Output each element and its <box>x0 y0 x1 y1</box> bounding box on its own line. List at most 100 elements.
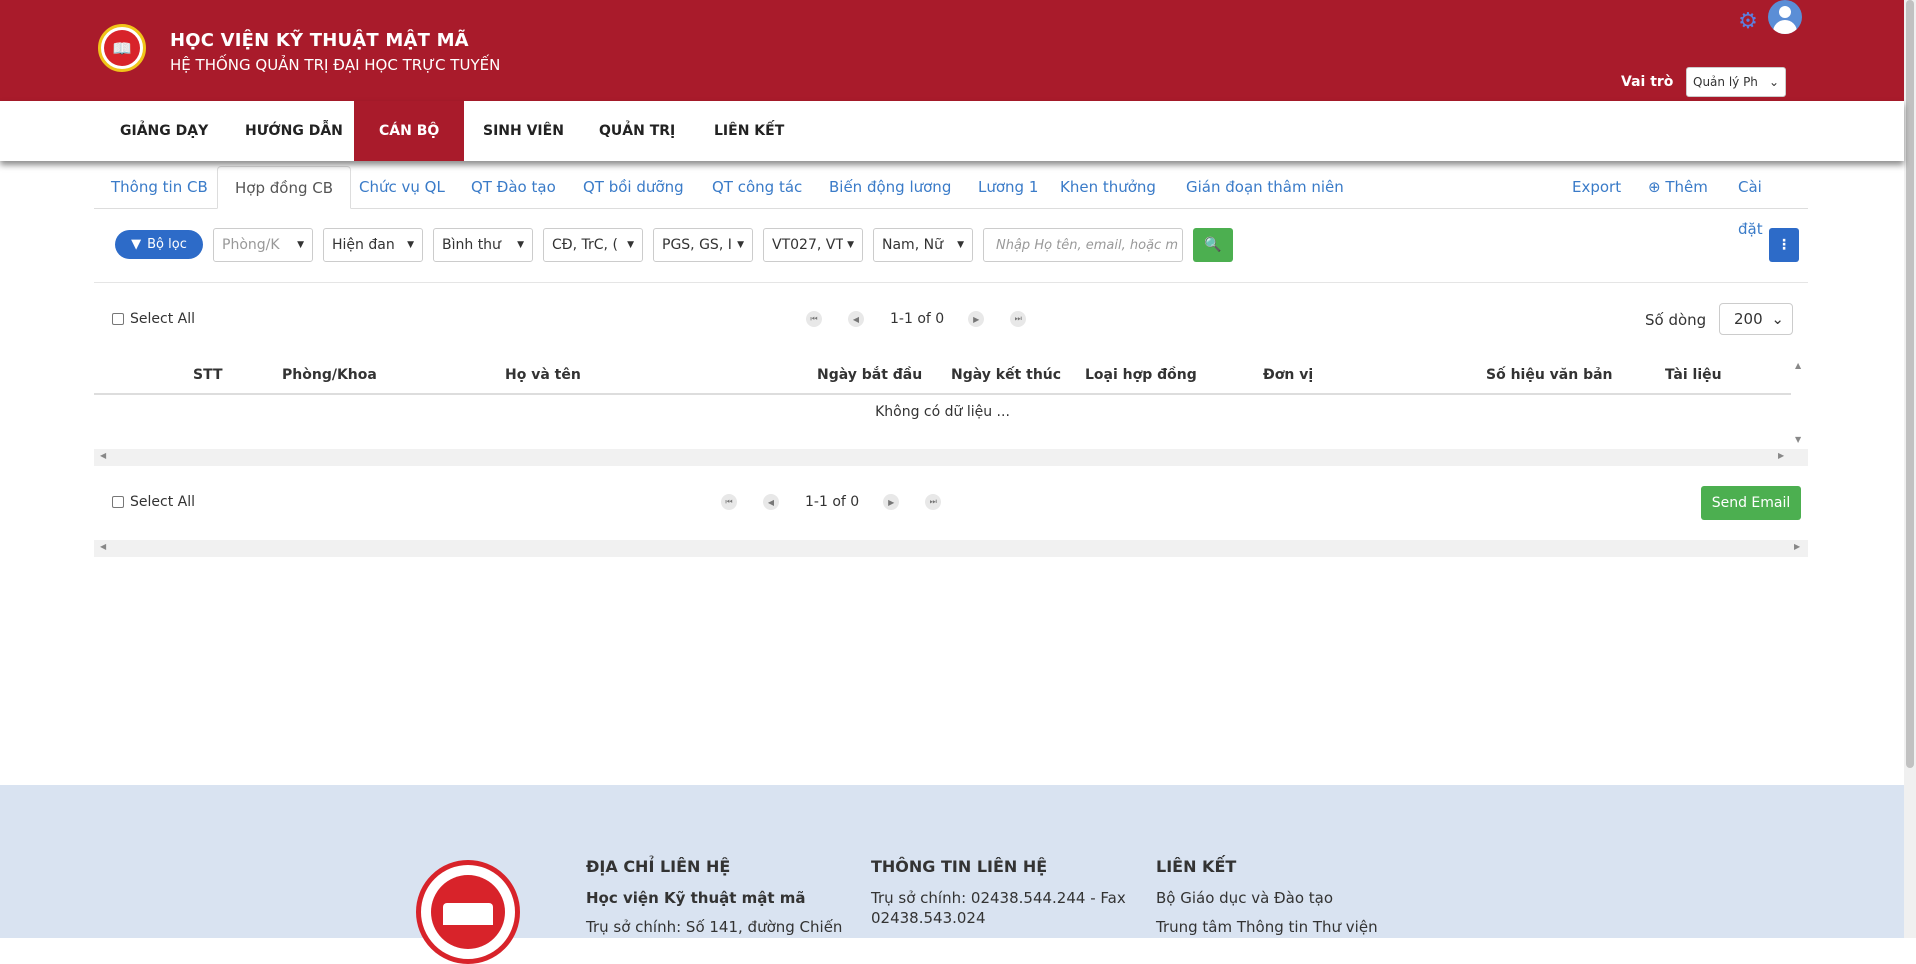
more-options-button[interactable]: ⋮ <box>1769 228 1799 262</box>
degree-filter[interactable]: CĐ, TrC, ( ▼ <box>543 228 643 262</box>
pager-text: 1-1 of 0 <box>805 494 860 510</box>
empty-message: Không có dữ liệu ... <box>875 404 1010 420</box>
table-horizontal-scrollbar[interactable]: ◀ ▶ <box>94 449 1808 466</box>
select-all-top[interactable]: Select All <box>112 311 195 327</box>
site-title: HỌC VIỆN KỸ THUẬT MẬT MÃ <box>170 30 469 51</box>
scroll-left-icon[interactable]: ◀ <box>100 451 106 460</box>
footer-logo <box>416 860 520 964</box>
select-all-checkbox[interactable] <box>112 313 124 325</box>
search-icon: 🔍 <box>1204 237 1222 253</box>
settings-link[interactable]: Cài đặt <box>1721 166 1808 238</box>
role-select-value: Quản lý Ph <box>1693 75 1758 89</box>
col-ho-va-ten[interactable]: Họ và tên <box>505 367 581 383</box>
caret-down-icon: ▼ <box>627 240 634 250</box>
scrollbar-thumb[interactable] <box>1906 0 1914 768</box>
gear-icon[interactable]: ⚙ <box>1736 10 1760 34</box>
gender-filter-value: Nam, Nữ <box>882 237 943 253</box>
pager-text: 1-1 of 0 <box>890 311 945 327</box>
scroll-left-icon[interactable]: ◀ <box>100 542 106 551</box>
tab-qt-boi-duong[interactable]: QT bồi dưỡng <box>566 166 701 209</box>
tab-hop-dong-cb[interactable]: Hợp đồng CB <box>217 166 352 209</box>
footer-link-library[interactable]: Trung tâm Thông tin Thư viện <box>1156 918 1378 936</box>
scroll-up-icon[interactable]: ▲ <box>1795 361 1801 370</box>
col-don-vi[interactable]: Đơn vị <box>1263 367 1313 383</box>
nav-quan-tri[interactable]: QUẢN TRỊ <box>574 101 700 161</box>
nav-lien-ket[interactable]: LIÊN KẾT <box>689 101 809 161</box>
nav-giang-day[interactable]: GIẢNG DẠY <box>95 101 233 161</box>
tab-khen-thuong[interactable]: Khen thưởng <box>1043 166 1173 209</box>
export-link[interactable]: Export <box>1555 166 1638 209</box>
search-input[interactable]: Nhập Họ tên, email, hoặc m <box>983 228 1183 262</box>
select-all-bottom[interactable]: Select All <box>112 494 195 510</box>
role-select[interactable]: Quản lý Ph ⌄ <box>1686 67 1786 97</box>
tab-qt-cong-tac[interactable]: QT công tác <box>695 166 819 209</box>
panel-divider <box>94 282 1808 283</box>
tab-gian-doan-tham-nien[interactable]: Gián đoạn thâm niên <box>1169 166 1361 209</box>
col-stt[interactable]: STT <box>193 367 223 383</box>
select-all-checkbox[interactable] <box>112 496 124 508</box>
rows-per-page-select[interactable]: 200 ⌄ <box>1719 303 1793 335</box>
gender-filter[interactable]: Nam, Nữ ▼ <box>873 228 973 262</box>
scroll-right-icon[interactable]: ▶ <box>1778 451 1784 460</box>
pager-top: ⏮ ◀ 1-1 of 0 ▶ ⏭ <box>806 311 1027 327</box>
last-page-icon[interactable]: ⏭ <box>1010 311 1027 327</box>
book-icon: 📖 <box>104 30 140 66</box>
rows-per-page-value: 200 <box>1734 310 1763 328</box>
condition-filter[interactable]: Bình thư ▼ <box>433 228 533 262</box>
title-filter-value: PGS, GS, I <box>662 237 732 253</box>
filter-icon: ▼ <box>131 237 142 252</box>
table-vertical-scrollbar[interactable]: ▲ ▼ <box>1791 359 1808 449</box>
select-all-label: Select All <box>130 494 195 510</box>
col-ngay-bat-dau[interactable]: Ngày bắt đầu <box>817 367 922 383</box>
footer-address-line: Trụ sở chính: Số 141, đường Chiến <box>586 918 843 936</box>
nav-can-bo[interactable]: CÁN BỘ <box>354 101 465 161</box>
page-horizontal-scrollbar[interactable]: ◀ ▶ <box>94 540 1808 557</box>
tab-bien-dong-luong[interactable]: Biến động lương <box>812 166 968 209</box>
tab-luong-1[interactable]: Lương 1 <box>961 166 1055 209</box>
next-page-icon[interactable]: ▶ <box>883 494 900 510</box>
col-so-hieu-van-ban[interactable]: Số hiệu văn bản <box>1486 367 1613 383</box>
title-filter[interactable]: PGS, GS, I ▼ <box>653 228 753 262</box>
scroll-right-icon[interactable]: ▶ <box>1794 542 1800 551</box>
col-loai-hop-dong[interactable]: Loại hợp đồng <box>1085 367 1197 383</box>
nav-huong-dan[interactable]: HƯỚNG DẪN <box>220 101 368 161</box>
send-email-button[interactable]: Send Email <box>1701 486 1801 520</box>
status-filter-value: Hiện đan <box>332 237 395 253</box>
search-button[interactable]: 🔍 <box>1193 228 1233 262</box>
col-tai-lieu[interactable]: Tài liệu <box>1665 367 1722 383</box>
first-page-icon[interactable]: ⏮ <box>721 494 737 510</box>
position-filter[interactable]: VT027, VT ▼ <box>763 228 863 262</box>
caret-down-icon: ▼ <box>957 240 964 250</box>
first-page-icon[interactable]: ⏮ <box>806 311 822 327</box>
condition-filter-value: Bình thư <box>442 237 501 253</box>
scroll-down-icon[interactable]: ▼ <box>1795 435 1801 444</box>
user-avatar-icon[interactable] <box>1768 0 1802 34</box>
col-phong-khoa[interactable]: Phòng/Khoa <box>282 367 377 383</box>
select-all-label: Select All <box>130 311 195 327</box>
filter-button-label: Bộ lọc <box>147 237 187 252</box>
degree-filter-value: CĐ, TrC, ( <box>552 237 618 253</box>
footer-link-moet[interactable]: Bộ Giáo dục và Đào tạo <box>1156 889 1333 907</box>
nav-sinh-vien[interactable]: SINH VIÊN <box>458 101 589 161</box>
status-filter[interactable]: Hiện đan ▼ <box>323 228 423 262</box>
tab-chuc-vu-ql[interactable]: Chức vụ QL <box>342 166 462 209</box>
tab-thong-tin-cb[interactable]: Thông tin CB <box>94 166 225 209</box>
site-subtitle: HỆ THỐNG QUẢN TRỊ ĐẠI HỌC TRỰC TUYẾN <box>170 56 501 74</box>
add-link[interactable]: ⊕ Thêm <box>1631 166 1725 209</box>
last-page-icon[interactable]: ⏭ <box>925 494 942 510</box>
tab-qt-dao-tao[interactable]: QT Đào tạo <box>454 166 573 209</box>
caret-down-icon: ▼ <box>847 240 854 250</box>
col-ngay-ket-thuc[interactable]: Ngày kết thúc <box>951 367 1061 383</box>
prev-page-icon[interactable]: ◀ <box>763 494 779 510</box>
prev-page-icon[interactable]: ◀ <box>848 311 864 327</box>
footer-contact-title: THÔNG TIN LIÊN HỆ <box>871 857 1048 876</box>
footer-address-title: ĐỊA CHỈ LIÊN HỆ <box>586 857 731 876</box>
position-filter-value: VT027, VT <box>772 237 844 253</box>
caret-down-icon: ▼ <box>517 240 524 250</box>
page-vertical-scrollbar[interactable] <box>1904 0 1916 938</box>
filter-button[interactable]: ▼ Bộ lọc <box>115 230 203 259</box>
chevron-down-icon: ⌄ <box>1771 310 1784 328</box>
academy-logo[interactable]: 📖 <box>98 24 146 72</box>
department-filter[interactable]: Phòng/K ▼ <box>213 228 313 262</box>
next-page-icon[interactable]: ▶ <box>968 311 985 327</box>
